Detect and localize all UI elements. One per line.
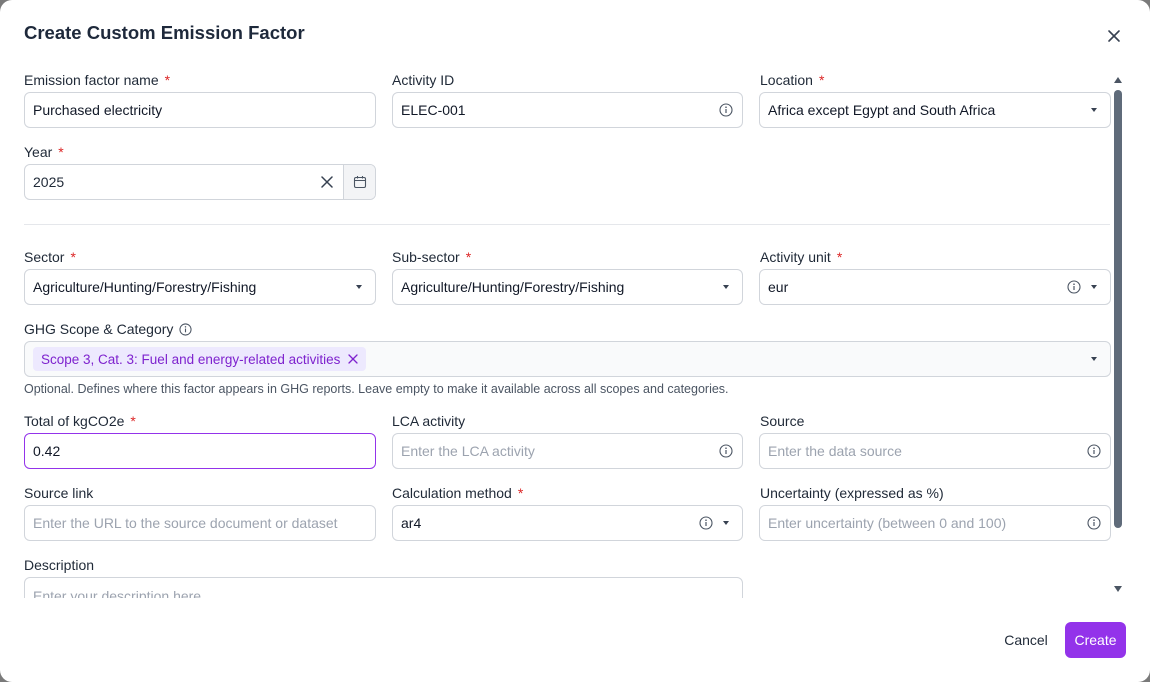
form-body: Emission factor name * Activity ID Locati… xyxy=(0,64,1112,598)
sub-sector-select[interactable]: Agriculture/Hunting/Forestry/Fishing xyxy=(392,269,743,305)
ghg-scope-help-text: Optional. Defines where this factor appe… xyxy=(24,382,729,396)
location-select[interactable]: Africa except Egypt and South Africa xyxy=(759,92,1111,128)
name-input[interactable]: Purchased electricity xyxy=(24,92,376,128)
info-icon[interactable] xyxy=(1086,515,1102,531)
year-date-picker[interactable]: 2025 xyxy=(24,164,376,200)
chip-remove-icon[interactable] xyxy=(348,354,359,364)
ghg-scope-label: GHG Scope & Category xyxy=(24,321,193,337)
cancel-button[interactable]: Cancel xyxy=(996,622,1056,658)
total-kgco2e-label: Total of kgCO2e * xyxy=(24,413,136,429)
section-divider xyxy=(24,224,1110,225)
source-link-input[interactable]: Enter the URL to the source document or … xyxy=(24,505,376,541)
calendar-button[interactable] xyxy=(343,165,375,199)
year-input[interactable]: 2025 xyxy=(33,174,319,190)
chevron-down-icon xyxy=(718,279,734,295)
create-button[interactable]: Create xyxy=(1065,622,1126,658)
calculation-method-select[interactable]: ar4 xyxy=(392,505,743,541)
info-icon[interactable] xyxy=(718,102,734,118)
info-icon[interactable] xyxy=(177,321,193,337)
lca-activity-input[interactable]: Enter the LCA activity xyxy=(392,433,743,469)
total-kgco2e-input[interactable]: 0.42 xyxy=(24,433,376,469)
sector-select[interactable]: Agriculture/Hunting/Forestry/Fishing xyxy=(24,269,376,305)
year-label: Year * xyxy=(24,144,64,160)
sub-sector-label: Sub-sector * xyxy=(392,249,472,265)
ghg-scope-multiselect[interactable]: Scope 3, Cat. 3: Fuel and energy-related… xyxy=(24,341,1111,377)
scope-chip: Scope 3, Cat. 3: Fuel and energy-related… xyxy=(33,347,367,371)
description-textarea[interactable]: Enter your description here xyxy=(24,577,743,598)
calendar-icon xyxy=(353,176,366,189)
chevron-down-icon xyxy=(1086,102,1102,118)
lca-activity-label: LCA activity xyxy=(392,413,466,429)
scroll-up-arrow-icon[interactable] xyxy=(1114,77,1122,83)
info-icon[interactable] xyxy=(718,443,734,459)
name-label: Emission factor name * xyxy=(24,72,171,88)
info-icon[interactable] xyxy=(1066,279,1082,295)
uncertainty-label: Uncertainty (expressed as %) xyxy=(760,485,944,501)
dialog-title: Create Custom Emission Factor xyxy=(24,22,305,43)
activity-unit-select[interactable]: eur xyxy=(759,269,1111,305)
chevron-down-icon xyxy=(1086,279,1102,295)
activity-unit-label: Activity unit * xyxy=(760,249,843,265)
chevron-down-icon xyxy=(1086,351,1102,367)
source-link-label: Source link xyxy=(24,485,94,501)
scrollbar-thumb[interactable] xyxy=(1114,90,1122,528)
chevron-down-icon xyxy=(718,515,734,531)
uncertainty-input[interactable]: Enter uncertainty (between 0 and 100) xyxy=(759,505,1111,541)
activity-id-label: Activity ID xyxy=(392,72,455,88)
scroll-down-arrow-icon[interactable] xyxy=(1114,586,1122,592)
close-icon xyxy=(1108,30,1120,42)
clear-icon[interactable] xyxy=(319,174,335,190)
chevron-down-icon xyxy=(351,279,367,295)
description-label: Description xyxy=(24,557,95,573)
info-icon[interactable] xyxy=(698,515,714,531)
close-button[interactable] xyxy=(1104,26,1124,46)
calculation-method-label: Calculation method * xyxy=(392,485,524,501)
activity-id-input[interactable]: ELEC-001 xyxy=(392,92,743,128)
sector-label: Sector * xyxy=(24,249,76,265)
info-icon[interactable] xyxy=(1086,443,1102,459)
location-label: Location * xyxy=(760,72,825,88)
source-input[interactable]: Enter the data source xyxy=(759,433,1111,469)
source-label: Source xyxy=(760,413,805,429)
create-emission-factor-dialog: Create Custom Emission Factor Emission f… xyxy=(0,0,1150,682)
